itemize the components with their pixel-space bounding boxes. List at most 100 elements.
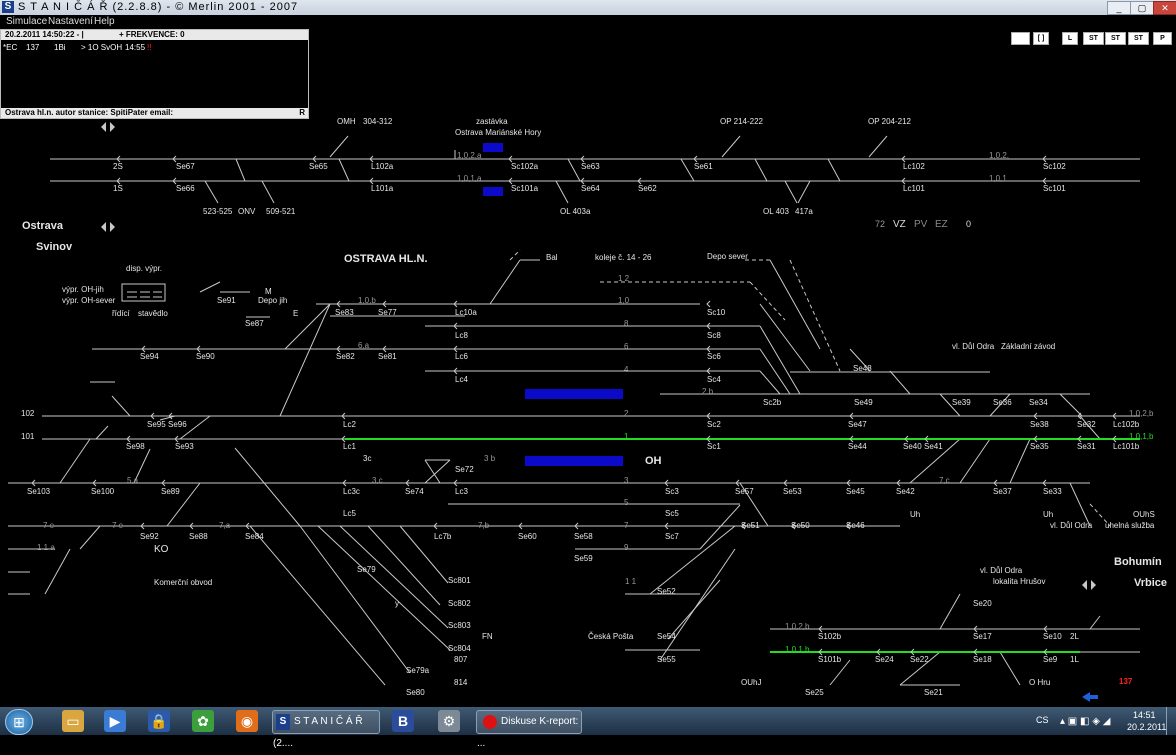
- diagram-label[interactable]: Se89: [161, 487, 180, 496]
- taskbar-opera[interactable]: Diskuse K-report: ...: [476, 710, 582, 749]
- diagram-label[interactable]: Se55: [657, 655, 676, 664]
- media-player-icon[interactable]: ▶: [104, 710, 126, 732]
- diagram-label[interactable]: Sc4: [707, 375, 721, 384]
- diagram-label[interactable]: Se54: [657, 632, 676, 641]
- diagram-label[interactable]: Sc803: [448, 621, 471, 630]
- diagram-label[interactable]: Se25: [805, 688, 824, 697]
- diagram-label[interactable]: Se53: [783, 487, 802, 496]
- diagram-label[interactable]: Lc8: [455, 331, 468, 340]
- diagram-label[interactable]: Se20: [973, 599, 992, 608]
- diagram-label[interactable]: Se88: [189, 532, 208, 541]
- diagram-label[interactable]: Se37: [993, 487, 1012, 496]
- start-button[interactable]: ⊞: [5, 709, 33, 735]
- diagram-label[interactable]: Se34: [1029, 398, 1048, 407]
- diagram-label[interactable]: Se79: [357, 565, 376, 574]
- diagram-label[interactable]: Se38: [1030, 420, 1049, 429]
- diagram-label[interactable]: Lc7b: [434, 532, 452, 541]
- diagram-label[interactable]: Sc5: [665, 509, 679, 518]
- diagram-label[interactable]: Se87: [245, 319, 264, 328]
- diagram-label[interactable]: Se10: [1043, 632, 1062, 641]
- arrow-left-icon[interactable]: [1082, 580, 1087, 590]
- track-diagram[interactable]: OMH 304-312 zastávka Ostrava Mariánské Hory…: [0, 0, 1176, 707]
- diagram-label[interactable]: Se50: [791, 521, 810, 530]
- arrow-left-icon[interactable]: [101, 122, 106, 132]
- diagram-label[interactable]: Se36: [993, 398, 1012, 407]
- diagram-label[interactable]: Se9: [1043, 655, 1058, 664]
- diagram-label[interactable]: Se95: [147, 420, 166, 429]
- diagram-label[interactable]: Se52: [657, 587, 676, 596]
- diagram-label[interactable]: Lc101b: [1113, 442, 1140, 451]
- language-indicator[interactable]: CS: [1036, 715, 1049, 743]
- diagram-label[interactable]: Se45: [846, 487, 865, 496]
- diagram-label[interactable]: Se72: [455, 465, 474, 474]
- diagram-label[interactable]: Sc101: [1043, 184, 1066, 193]
- diagram-label[interactable]: Sc804: [448, 644, 471, 653]
- explorer-icon[interactable]: ▭: [62, 710, 84, 732]
- diagram-label[interactable]: Se33: [1043, 487, 1062, 496]
- diagram-label[interactable]: Se24: [875, 655, 894, 664]
- diagram-label[interactable]: L102a: [371, 162, 394, 171]
- diagram-label[interactable]: Se90: [196, 352, 215, 361]
- arrow-left-icon[interactable]: [101, 222, 106, 232]
- diagram-label[interactable]: Lc102: [903, 162, 925, 171]
- diagram-label[interactable]: Se46: [846, 521, 865, 530]
- arrow-right-icon[interactable]: [110, 122, 115, 132]
- diagram-label[interactable]: Se94: [140, 352, 159, 361]
- diagram-label[interactable]: Se42: [896, 487, 915, 496]
- diagram-label[interactable]: Se17: [973, 632, 992, 641]
- diagram-label[interactable]: Sc10: [707, 308, 726, 317]
- diagram-label[interactable]: Sc801: [448, 576, 471, 585]
- diagram-label[interactable]: Lc10a: [455, 308, 477, 317]
- diagram-label[interactable]: Se58: [574, 532, 593, 541]
- diagram-label[interactable]: Se98: [126, 442, 145, 451]
- diagram-label[interactable]: Se62: [638, 184, 657, 193]
- diagram-label[interactable]: Se59: [574, 554, 593, 563]
- show-desktop-button[interactable]: [1166, 707, 1176, 735]
- security-icon[interactable]: 🔒: [148, 710, 170, 732]
- firefox-icon[interactable]: ◉: [236, 710, 258, 732]
- clock-date[interactable]: 20.2.2011: [1127, 722, 1166, 750]
- diagram-label[interactable]: Se32: [1077, 420, 1096, 429]
- diagram-label[interactable]: Se65: [309, 162, 328, 171]
- diagram-label[interactable]: Se100: [91, 487, 115, 496]
- diagram-label[interactable]: Se47: [848, 420, 867, 429]
- diagram-label[interactable]: Lc101: [903, 184, 925, 193]
- diagram-label[interactable]: Sc1: [707, 442, 721, 451]
- diagram-label[interactable]: Se79a: [406, 666, 430, 675]
- diagram-label[interactable]: Se84: [245, 532, 264, 541]
- diagram-label[interactable]: Sc7: [665, 532, 679, 541]
- diagram-label[interactable]: Se60: [518, 532, 537, 541]
- diagram-label[interactable]: Sc102a: [511, 162, 539, 171]
- diagram-label[interactable]: Sc102: [1043, 162, 1066, 171]
- diagram-label[interactable]: Se51: [741, 521, 760, 530]
- diagram-label[interactable]: Se92: [140, 532, 159, 541]
- diagram-label[interactable]: Lc102b: [1113, 420, 1140, 429]
- diagram-label[interactable]: Se96: [168, 420, 187, 429]
- diagram-label[interactable]: Se48: [853, 364, 872, 373]
- diagram-label[interactable]: Sc101a: [511, 184, 539, 193]
- diagram-label[interactable]: Se49: [854, 398, 873, 407]
- diagram-label[interactable]: Se44: [848, 442, 867, 451]
- diagram-label[interactable]: Lc3: [455, 487, 468, 496]
- diagram-label[interactable]: Se39: [952, 398, 971, 407]
- diagram-label[interactable]: Lc4: [455, 375, 468, 384]
- diagram-label[interactable]: Se82: [336, 352, 355, 361]
- diagram-label[interactable]: Sc3: [665, 487, 679, 496]
- diagram-label[interactable]: Se67: [176, 162, 195, 171]
- diagram-label[interactable]: Lc2: [343, 420, 356, 429]
- taskbar-stanicar[interactable]: SS T A N I Č Á Ř (2....: [272, 710, 380, 749]
- diagram-label[interactable]: Se57: [735, 487, 754, 496]
- diagram-label[interactable]: Se63: [581, 162, 600, 171]
- diagram-label[interactable]: Se91: [217, 296, 236, 305]
- diagram-label[interactable]: Se80: [406, 688, 425, 697]
- diagram-label[interactable]: Se61: [694, 162, 713, 171]
- arrow-right-icon[interactable]: [110, 222, 115, 232]
- diagram-label[interactable]: Se22: [910, 655, 929, 664]
- diagram-label[interactable]: Se93: [175, 442, 194, 451]
- b-app-icon[interactable]: B: [392, 710, 414, 732]
- diagram-label[interactable]: Se74: [405, 487, 424, 496]
- diagram-label[interactable]: S101b: [818, 655, 842, 664]
- arrow-right-icon[interactable]: [1091, 580, 1096, 590]
- diagram-label[interactable]: Sc2: [707, 420, 721, 429]
- diagram-label[interactable]: Lc6: [455, 352, 468, 361]
